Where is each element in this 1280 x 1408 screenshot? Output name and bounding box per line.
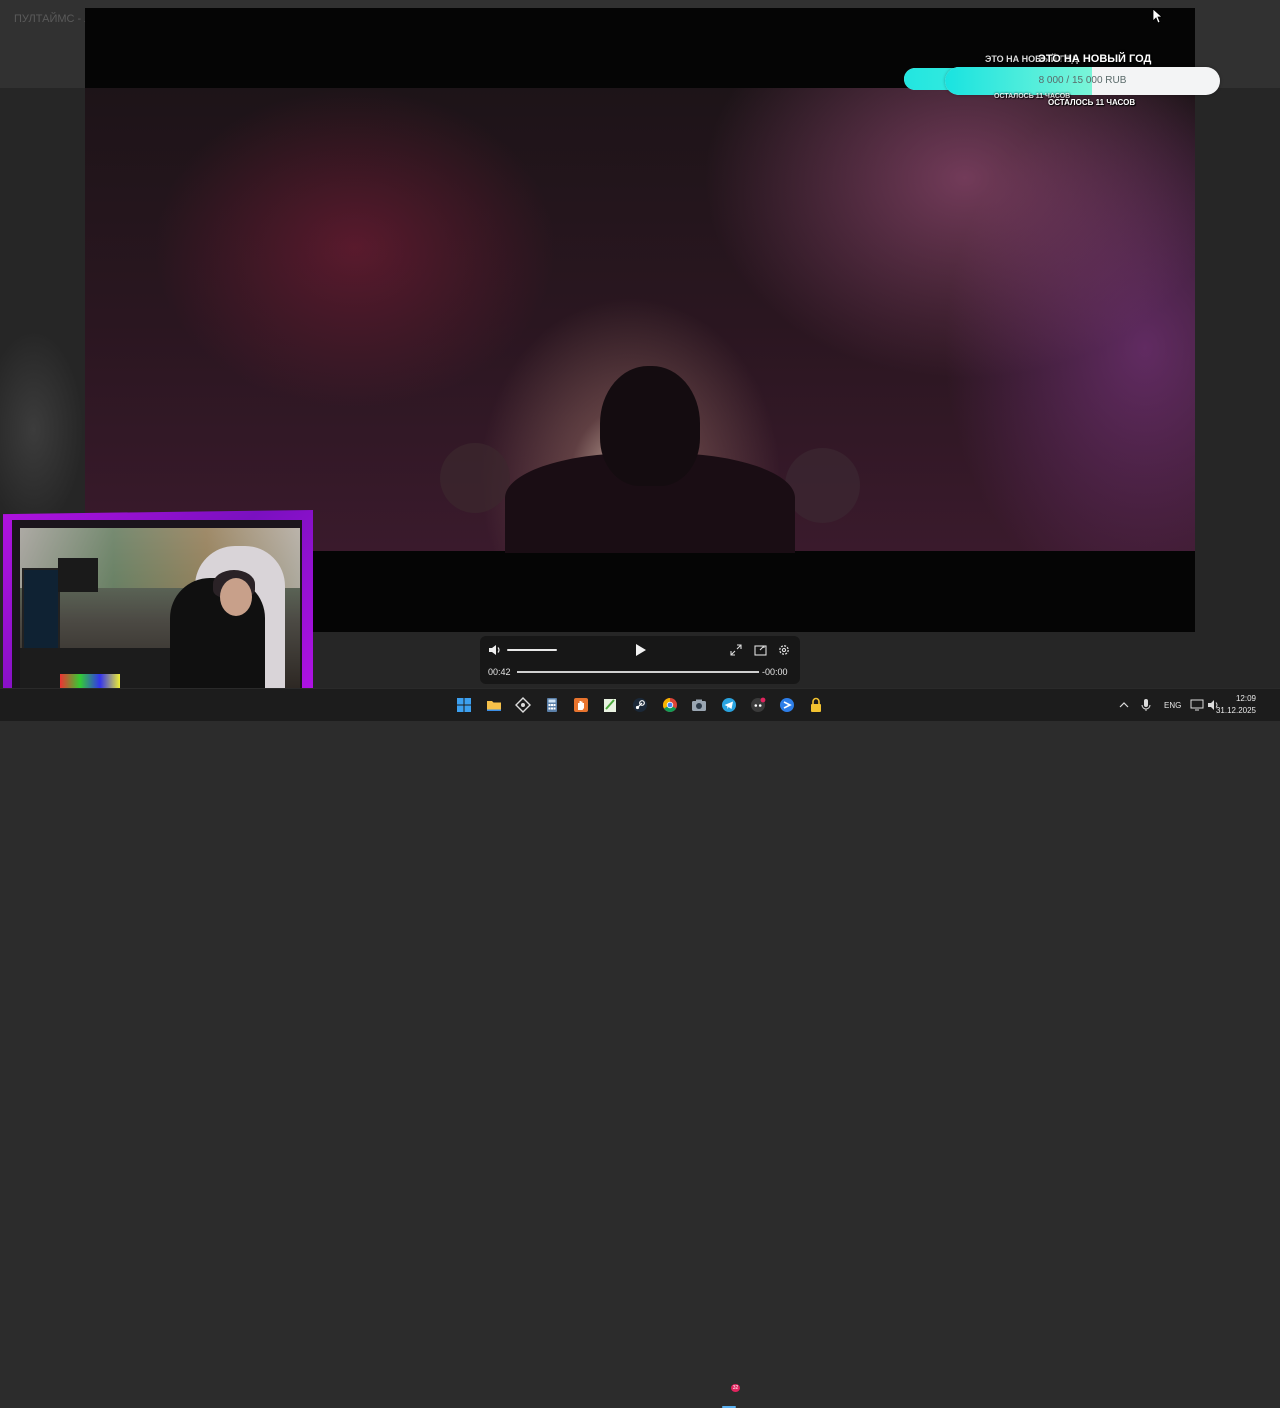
video-frame bbox=[85, 88, 1195, 553]
vpn-shield-icon[interactable] bbox=[779, 697, 795, 713]
volume-slider[interactable] bbox=[507, 649, 557, 651]
file-explorer-icon[interactable] bbox=[486, 697, 502, 713]
clock-time: 12:09 bbox=[1235, 694, 1256, 703]
audience-silhouette-left bbox=[440, 443, 510, 513]
donation-goal-remaining: ОСТАЛОСЬ 11 ЧАСОВ bbox=[1048, 98, 1136, 107]
player-controls: 00:42 -00:00 bbox=[480, 636, 800, 684]
fullscreen-icon[interactable] bbox=[730, 644, 742, 656]
telegram-icon[interactable] bbox=[721, 697, 737, 713]
chrome-icon[interactable] bbox=[662, 697, 678, 713]
notepad-icon[interactable] bbox=[602, 697, 618, 713]
app-diamond-icon[interactable] bbox=[515, 697, 531, 713]
calculator-icon[interactable] bbox=[544, 697, 560, 713]
remaining-time: -00:00 bbox=[762, 667, 788, 677]
lock-app-icon[interactable] bbox=[808, 697, 824, 713]
mouse-cursor-icon bbox=[1152, 8, 1164, 24]
current-time: 00:42 bbox=[488, 667, 511, 677]
audience-silhouette-right bbox=[785, 448, 860, 523]
windows-start-icon[interactable] bbox=[456, 697, 472, 713]
background-figure bbox=[0, 330, 84, 530]
volume-icon[interactable] bbox=[488, 643, 502, 657]
donation-goal-amount: 8 000 / 15 000 RUB bbox=[1038, 75, 1127, 86]
microphone-icon[interactable] bbox=[1140, 698, 1152, 712]
taskbar: 32 ENG 12:09 31.12.2025 bbox=[0, 688, 1280, 1408]
webcam-rgb-keyboard bbox=[60, 674, 120, 688]
gear-icon[interactable] bbox=[777, 643, 791, 657]
discord-icon[interactable] bbox=[750, 697, 766, 713]
play-icon[interactable] bbox=[632, 642, 648, 658]
webcam-monitor bbox=[22, 568, 60, 652]
pip-icon[interactable] bbox=[754, 644, 767, 656]
camera-icon[interactable] bbox=[691, 697, 707, 713]
system-clock[interactable]: 12:09 31.12.2025 bbox=[1216, 693, 1256, 717]
webcam-monitor-small bbox=[58, 558, 98, 592]
donation-goal-title: ЭТО НА НОВЫЙ ГОД bbox=[1038, 53, 1152, 65]
webcam-feed bbox=[20, 528, 300, 696]
network-monitor-icon[interactable] bbox=[1190, 699, 1204, 711]
seek-bar[interactable] bbox=[517, 671, 759, 673]
clock-date: 31.12.2025 bbox=[1215, 706, 1256, 715]
hand-app-icon[interactable] bbox=[573, 697, 589, 713]
steam-icon[interactable] bbox=[632, 697, 648, 713]
silhouette-head bbox=[600, 366, 700, 486]
tray-chevron-up-icon[interactable] bbox=[1118, 699, 1130, 711]
input-language[interactable]: ENG bbox=[1164, 701, 1181, 710]
telegram-unread-badge: 32 bbox=[731, 1384, 740, 1392]
donation-goal-widget: ЭТО НА НОВЫЙ ГОД ЭТО НА НОВЫЙ ГОД 8 000 … bbox=[900, 48, 1230, 116]
webcam-person-face bbox=[220, 578, 252, 616]
